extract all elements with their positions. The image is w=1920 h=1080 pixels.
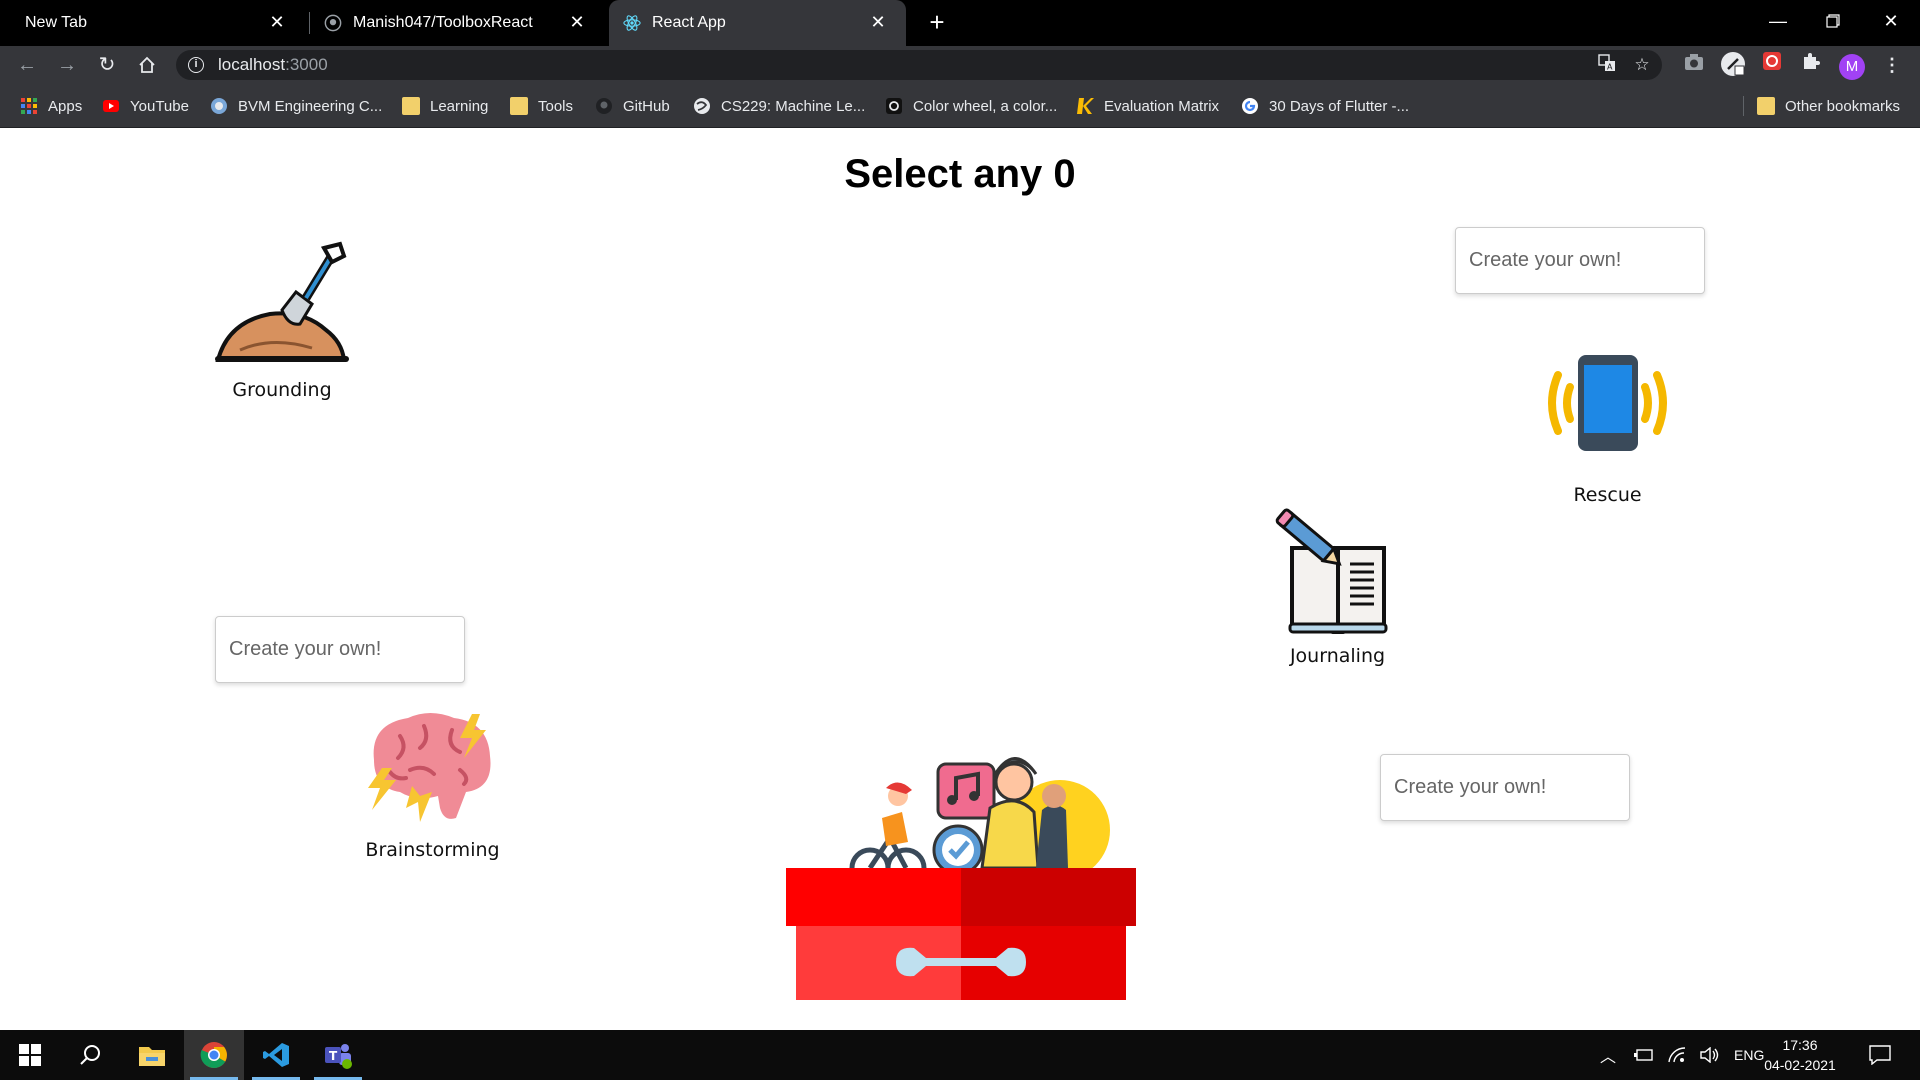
close-window-button[interactable]: ✕ xyxy=(1876,6,1906,36)
windows-taskbar: T ︿ ENG 17:36 04-02-2021 xyxy=(0,1030,1920,1080)
star-icon[interactable]: ☆ xyxy=(1631,54,1653,76)
github-icon xyxy=(324,14,342,32)
shovel-icon xyxy=(215,241,349,362)
restore-icon xyxy=(1826,14,1840,28)
pen-extension-icon[interactable] xyxy=(1719,51,1747,79)
github-icon xyxy=(596,98,612,114)
brain-lightning-icon xyxy=(368,713,491,822)
vscode-button[interactable] xyxy=(246,1030,306,1080)
browser-title-bar: New Tab ✕ Manish047/ToolboxReact ✕ React… xyxy=(0,0,1920,46)
home-button[interactable] xyxy=(133,51,161,79)
k-icon xyxy=(1077,98,1094,114)
journal-book-icon xyxy=(1275,508,1388,637)
folder-icon xyxy=(510,97,528,115)
tool-brainstorming[interactable]: Brainstorming xyxy=(360,708,505,861)
bookmark-other[interactable]: Other bookmarks xyxy=(1757,94,1900,118)
notification-icon xyxy=(1869,1045,1891,1065)
google-icon xyxy=(1242,98,1258,114)
close-icon[interactable]: ✕ xyxy=(567,12,587,32)
tab-github-toolboxreact[interactable]: Manish047/ToolboxReact ✕ xyxy=(310,0,605,46)
red-extension-icon[interactable] xyxy=(1758,51,1786,79)
windows-icon xyxy=(19,1044,41,1066)
tab-label: New Tab xyxy=(25,14,87,31)
bookmark-evaluation-matrix[interactable]: Evaluation Matrix xyxy=(1076,94,1219,118)
tab-new-tab[interactable]: New Tab ✕ xyxy=(0,0,305,46)
reload-button[interactable]: ↻ xyxy=(93,51,121,79)
bookmark-tools[interactable]: Tools xyxy=(510,94,573,118)
volume-icon[interactable] xyxy=(1700,1047,1720,1063)
close-icon[interactable]: ✕ xyxy=(267,12,287,32)
restore-button[interactable] xyxy=(1818,6,1848,36)
folder-icon xyxy=(402,97,420,115)
notifications-button[interactable] xyxy=(1850,1030,1910,1080)
bookmark-bvm[interactable]: BVM Engineering C... xyxy=(210,94,382,118)
toolbox-illustration xyxy=(786,738,1136,1000)
globe-icon xyxy=(694,98,710,114)
bookmark-apps[interactable]: Apps xyxy=(20,94,82,118)
react-app-page: Select any 0 Grounding Rescue Journaling… xyxy=(0,128,1920,1028)
phone-vibrate-icon xyxy=(1548,355,1667,451)
system-tray: ︿ ENG xyxy=(1600,1030,1764,1080)
clock[interactable]: 17:36 04-02-2021 xyxy=(1760,1035,1840,1075)
camera-extension-icon[interactable] xyxy=(1680,51,1708,79)
bookmark-learning[interactable]: Learning xyxy=(402,94,488,118)
menu-kebab-icon[interactable]: ⋮ xyxy=(1878,51,1906,79)
translate-icon[interactable]: A xyxy=(1596,54,1618,76)
create-your-own-input-bottom-right[interactable] xyxy=(1380,754,1630,821)
color-wheel-icon xyxy=(886,98,902,114)
tool-grounding[interactable]: Grounding xyxy=(212,240,352,401)
new-tab-button[interactable]: + xyxy=(922,8,952,38)
puzzle-icon[interactable] xyxy=(1797,51,1825,79)
back-button[interactable]: ← xyxy=(13,51,41,79)
file-explorer-button[interactable] xyxy=(122,1030,182,1080)
teams-button[interactable]: T xyxy=(308,1030,368,1080)
svg-text:A: A xyxy=(1607,63,1613,72)
create-your-own-input-top-right[interactable] xyxy=(1455,227,1705,294)
minimize-button[interactable]: — xyxy=(1763,6,1793,36)
battery-icon[interactable] xyxy=(1634,1048,1654,1062)
bvm-icon xyxy=(211,98,227,114)
bookmark-youtube[interactable]: YouTube xyxy=(102,94,189,118)
clock-date: 04-02-2021 xyxy=(1764,1057,1836,1073)
folder-icon xyxy=(1757,97,1775,115)
clock-time: 17:36 xyxy=(1782,1037,1818,1053)
tool-rescue[interactable]: Rescue xyxy=(1540,353,1675,506)
svg-text:T: T xyxy=(329,1049,338,1063)
apps-grid-icon xyxy=(21,98,37,114)
teams-icon: T xyxy=(325,1044,352,1069)
tab-react-app[interactable]: React App ✕ xyxy=(609,0,906,46)
toolbox-icon xyxy=(786,757,1136,1000)
react-icon xyxy=(623,15,641,31)
chrome-button[interactable] xyxy=(184,1030,244,1080)
page-title: Select any 0 xyxy=(844,152,1076,196)
bookmark-cs229[interactable]: CS229: Machine Le... xyxy=(693,94,865,118)
folder-icon xyxy=(139,1047,165,1066)
info-icon[interactable]: i xyxy=(188,57,204,73)
bookmarks-bar: Apps YouTube BVM Engineering C... Learni… xyxy=(0,84,1920,128)
wifi-icon[interactable] xyxy=(1668,1047,1686,1063)
browser-toolbar: ← → ↻ i localhost:3000 A ☆ M ⋮ xyxy=(0,46,1920,84)
chrome-icon xyxy=(200,1042,227,1068)
bookmark-color-wheel[interactable]: Color wheel, a color... xyxy=(885,94,1057,118)
vscode-icon xyxy=(263,1043,289,1067)
forward-button[interactable]: → xyxy=(53,51,81,79)
search-icon xyxy=(80,1045,100,1065)
close-icon[interactable]: ✕ xyxy=(868,12,888,32)
youtube-icon xyxy=(103,100,119,112)
bookmark-divider xyxy=(1743,96,1744,116)
address-bar[interactable]: i localhost:3000 A ☆ xyxy=(176,50,1662,80)
chevron-up-icon[interactable]: ︿ xyxy=(1600,1043,1616,1067)
tab-label: Manish047/ToolboxReact xyxy=(353,14,533,31)
tool-journaling[interactable]: Journaling xyxy=(1270,506,1405,667)
create-your-own-input-left[interactable] xyxy=(215,616,465,683)
bookmark-github[interactable]: GitHub xyxy=(595,94,670,118)
bookmark-flutter[interactable]: 30 Days of Flutter -... xyxy=(1241,94,1409,118)
tab-label: React App xyxy=(652,14,726,31)
home-icon xyxy=(139,56,155,73)
start-button[interactable] xyxy=(0,1030,60,1080)
profile-avatar[interactable]: M xyxy=(1838,51,1866,80)
search-button[interactable] xyxy=(60,1030,120,1080)
url-text[interactable]: localhost:3000 xyxy=(218,55,328,75)
